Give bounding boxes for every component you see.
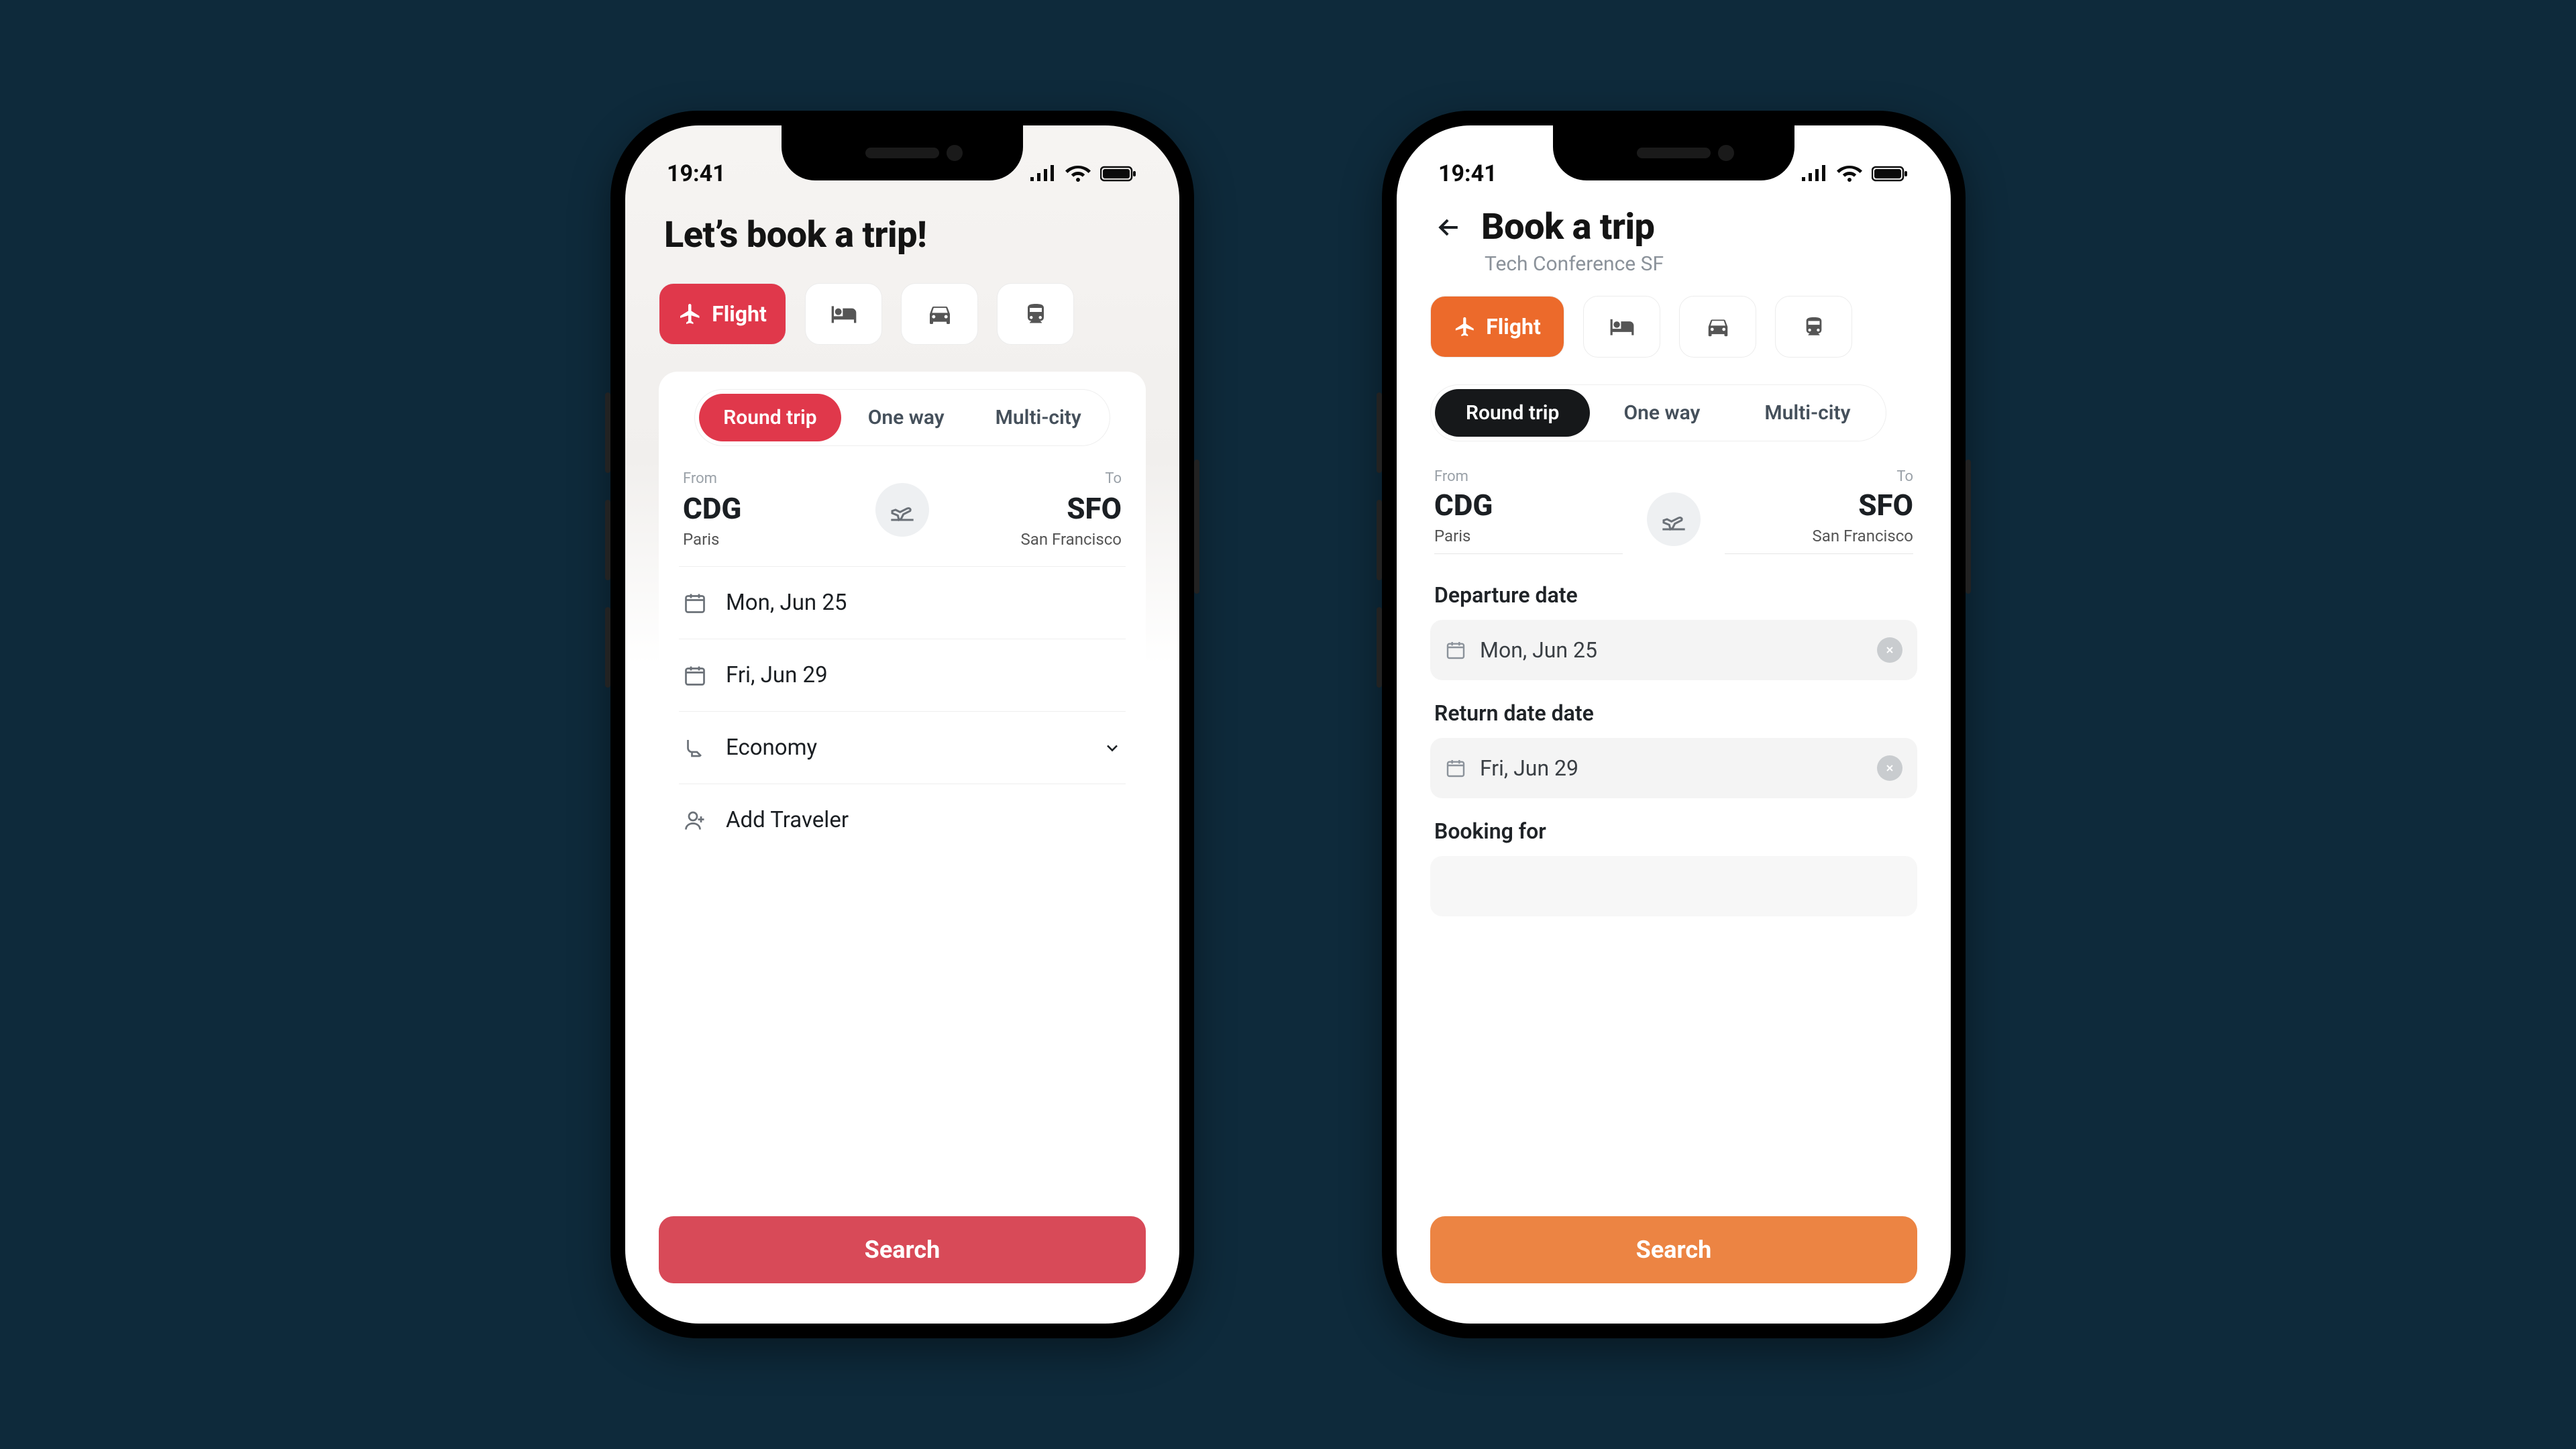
search-button[interactable]: Search (659, 1216, 1146, 1283)
status-time: 19:41 (667, 160, 726, 187)
calendar-icon (683, 663, 707, 688)
chevron-down-icon (1103, 739, 1122, 757)
calendar-icon (1445, 757, 1466, 779)
return-date-field[interactable]: Fri, Jun 29 (1430, 738, 1917, 798)
cabin-value: Economy (726, 735, 817, 761)
to-code: SFO (1725, 488, 1913, 523)
swap-button[interactable] (1647, 492, 1701, 546)
calendar-icon (1445, 639, 1466, 661)
from-city: Paris (1434, 527, 1623, 545)
from-label: From (683, 470, 863, 487)
plane-icon (678, 302, 702, 326)
cabin-row[interactable]: Economy (679, 712, 1126, 784)
car-icon (926, 301, 953, 327)
close-icon (1884, 763, 1895, 773)
mode-flight-label: Flight (1486, 314, 1541, 339)
tab-one-way[interactable]: One way (1593, 389, 1731, 437)
battery-icon (1100, 165, 1138, 182)
mode-flight-label: Flight (712, 301, 767, 327)
train-icon (1803, 315, 1825, 338)
mode-train[interactable] (1775, 296, 1852, 358)
clear-return-button[interactable] (1877, 755, 1902, 781)
phone-variant-b: 19:41 (1382, 111, 1966, 1338)
depart-date-field[interactable]: Mon, Jun 25 (1430, 620, 1917, 680)
wifi-icon (1065, 165, 1091, 182)
from-label: From (1434, 468, 1623, 485)
depart-date-label: Departure date (1430, 582, 1917, 608)
to-label: To (1725, 468, 1913, 485)
user-plus-icon (683, 808, 707, 833)
search-button-label: Search (865, 1236, 941, 1264)
to-city: San Francisco (1725, 527, 1913, 545)
tab-multi-city[interactable]: Multi-city (971, 394, 1106, 441)
bed-icon (830, 301, 857, 327)
mode-car[interactable] (1679, 296, 1756, 358)
trip-type-tabs: Round trip One way Multi-city (1430, 384, 1886, 441)
status-time: 19:41 (1438, 160, 1497, 187)
depart-date-value: Mon, Jun 25 (726, 590, 847, 616)
to-label: To (941, 470, 1122, 487)
search-button[interactable]: Search (1430, 1216, 1917, 1283)
train-icon (1024, 302, 1048, 326)
car-icon (1705, 314, 1731, 339)
to-location[interactable]: To SFO San Francisco (941, 470, 1122, 549)
plane-takeoff-icon (889, 496, 916, 523)
seat-icon (683, 736, 707, 760)
booking-for-label: Booking for (1430, 818, 1917, 844)
tab-round-trip[interactable]: Round trip (1435, 389, 1590, 437)
trip-type-tabs: Round trip One way Multi-city (694, 389, 1110, 446)
from-code: CDG (683, 491, 863, 526)
add-traveler-label: Add Traveler (726, 807, 849, 833)
device-notch (782, 125, 1023, 180)
device-notch (1553, 125, 1794, 180)
return-date-label: Return date date (1430, 700, 1917, 726)
battery-icon (1872, 165, 1909, 182)
tab-multi-city[interactable]: Multi-city (1733, 389, 1881, 437)
plane-takeoff-icon (1660, 506, 1687, 533)
page-title: Book a trip (1481, 206, 1654, 248)
depart-date-value: Mon, Jun 25 (1480, 637, 1597, 663)
wifi-icon (1837, 165, 1862, 182)
return-date-value: Fri, Jun 29 (726, 662, 828, 688)
from-code: CDG (1434, 488, 1623, 523)
to-location[interactable]: To SFO San Francisco (1725, 468, 1913, 554)
page-headline: Let’s book a trip! (659, 199, 1146, 283)
mode-hotel[interactable] (1583, 296, 1660, 358)
to-city: San Francisco (941, 530, 1122, 549)
to-code: SFO (941, 491, 1122, 526)
mode-flight[interactable]: Flight (659, 283, 786, 345)
mode-flight[interactable]: Flight (1430, 296, 1564, 358)
cellular-icon (1029, 165, 1056, 182)
mode-car[interactable] (901, 283, 978, 345)
from-location[interactable]: From CDG Paris (683, 470, 863, 549)
close-icon (1884, 645, 1895, 655)
from-city: Paris (683, 530, 863, 549)
phone-variant-a: 19:41 Let’s book a trip! (610, 111, 1194, 1338)
mode-hotel[interactable] (805, 283, 882, 345)
back-button[interactable] (1434, 213, 1464, 242)
cellular-icon (1801, 165, 1827, 182)
clear-depart-button[interactable] (1877, 637, 1902, 663)
tab-round-trip[interactable]: Round trip (699, 394, 841, 441)
depart-date-row[interactable]: Mon, Jun 25 (679, 567, 1126, 639)
swap-button[interactable] (875, 483, 929, 537)
page-subtitle: Tech Conference SF (1485, 252, 1913, 276)
bed-icon (1609, 314, 1635, 339)
mode-train[interactable] (997, 283, 1074, 345)
booking-for-field[interactable] (1430, 856, 1917, 916)
add-traveler-row[interactable]: Add Traveler (679, 784, 1126, 856)
search-card: Round trip One way Multi-city From CDG P… (659, 372, 1146, 863)
return-date-row[interactable]: Fri, Jun 29 (679, 639, 1126, 712)
plane-icon (1454, 315, 1477, 338)
from-location[interactable]: From CDG Paris (1434, 468, 1623, 554)
return-date-value: Fri, Jun 29 (1480, 755, 1578, 781)
calendar-icon (683, 591, 707, 615)
tab-one-way[interactable]: One way (844, 394, 969, 441)
search-button-label: Search (1636, 1236, 1712, 1264)
